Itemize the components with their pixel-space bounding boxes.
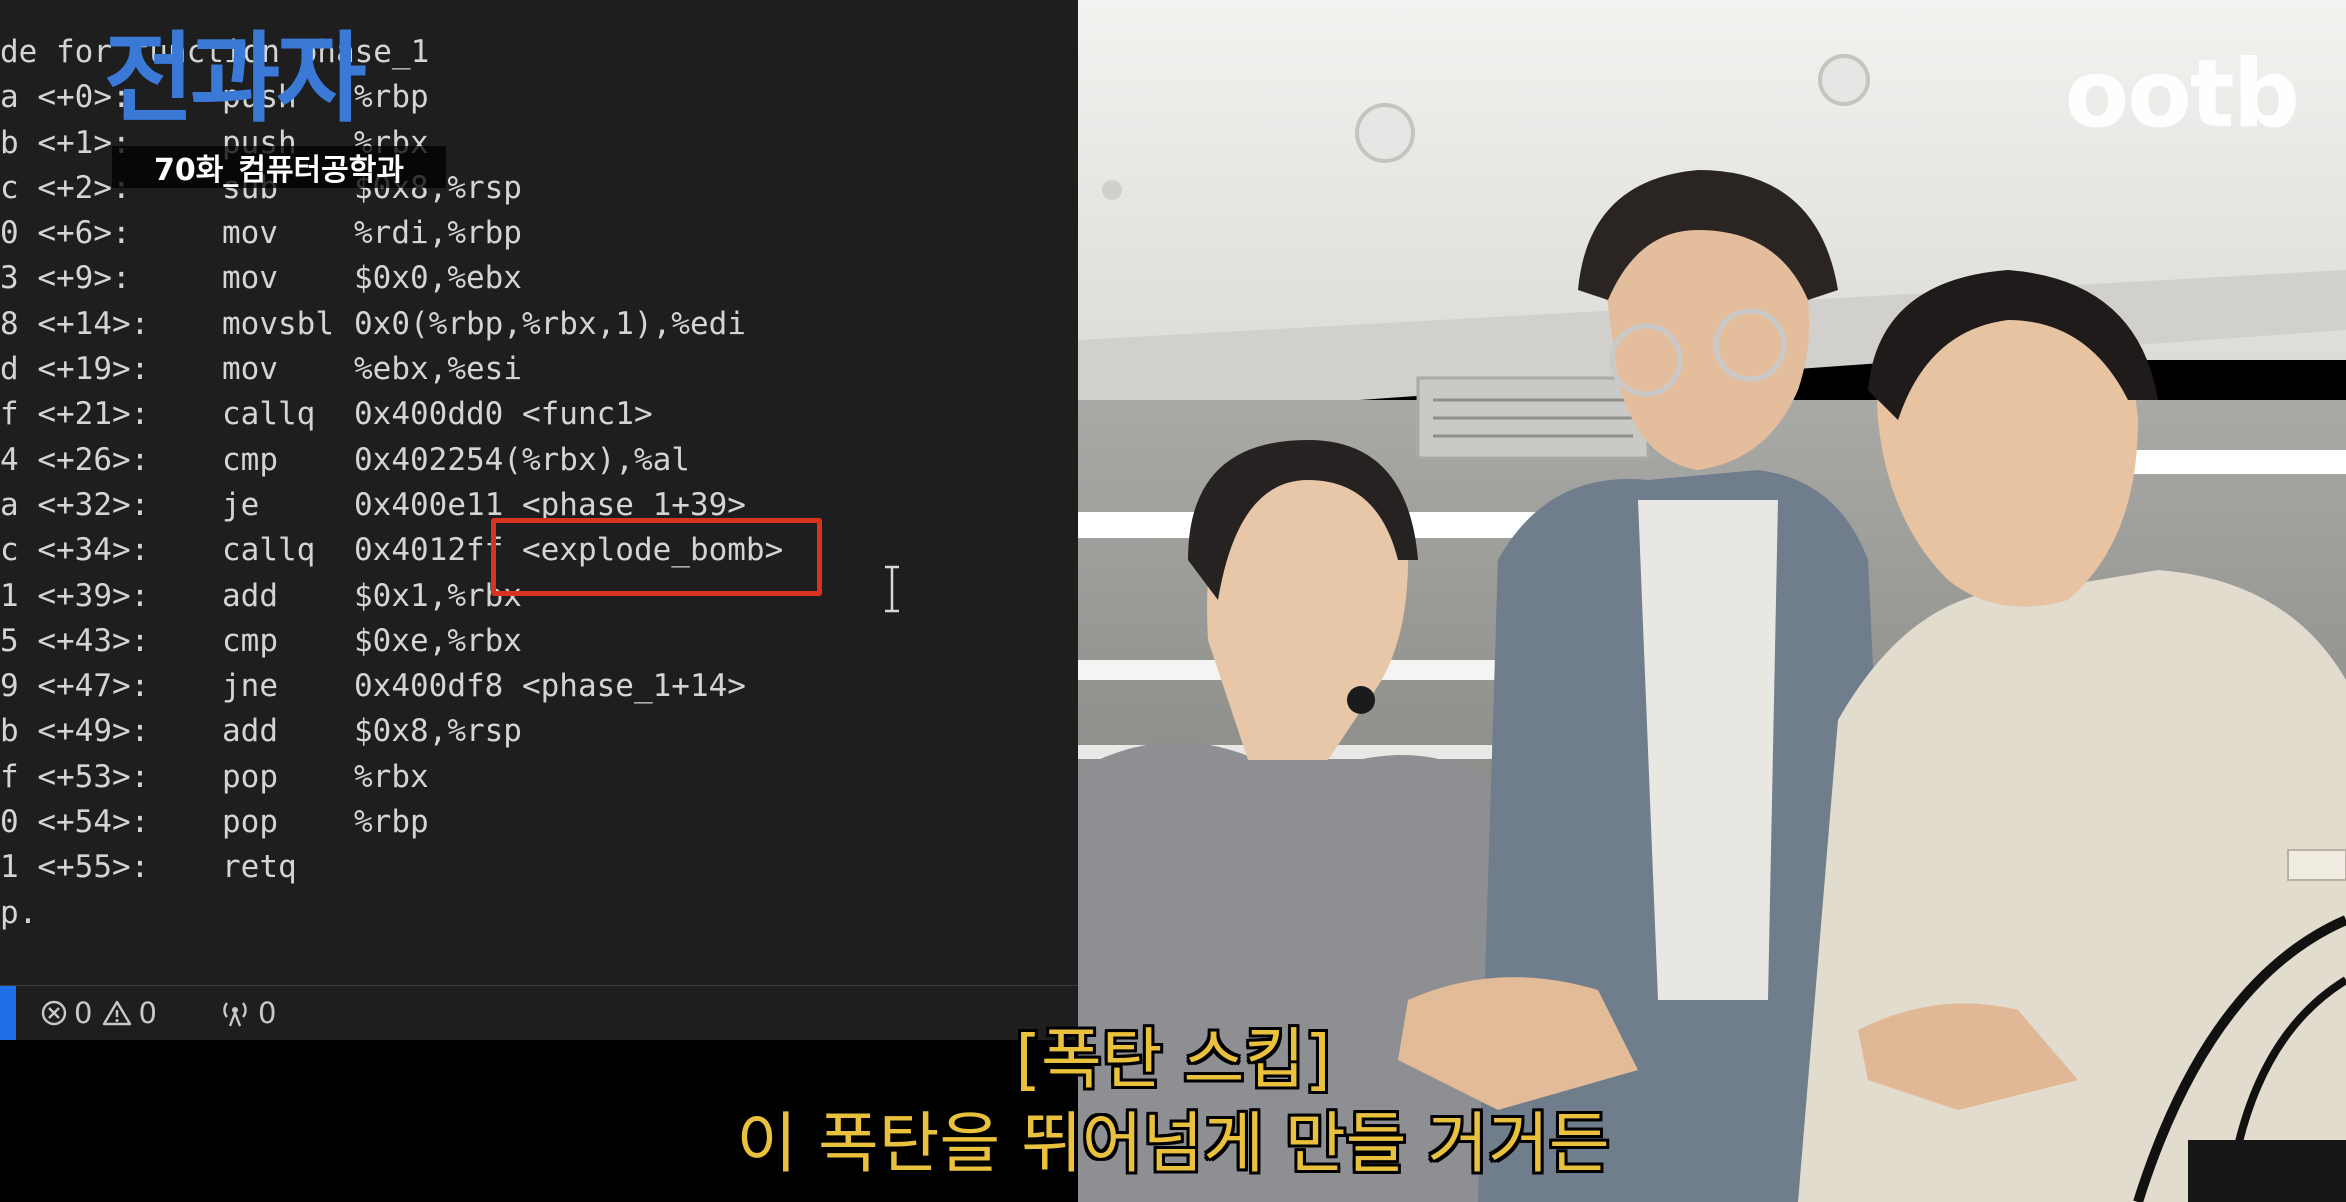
ceiling-sprinkler (1102, 180, 1122, 200)
show-logo: 전과자 (104, 22, 366, 136)
code-mnemonic: retq (222, 849, 297, 886)
code-operands: %rbp (354, 79, 429, 116)
code-operands: 0x402254(%rbx),%al (354, 441, 690, 478)
code-address: 0 <+6>: (0, 215, 131, 252)
code-mnemonic: add (222, 577, 278, 614)
code-address: f <+53>: (0, 758, 150, 795)
code-address: 3 <+9>: (0, 260, 131, 297)
channel-logo: ootb (2064, 40, 2300, 149)
code-address: 0 <+54>: (0, 804, 150, 841)
code-mnemonic: jne (222, 668, 278, 705)
code-operands: $0xe,%rbx (354, 622, 522, 659)
code-address: 8 <+14>: (0, 305, 150, 342)
code-operands: $0x8,%rsp (354, 713, 522, 750)
code-editor-panel[interactable]: de for function phase_1 a <+0>: push %rbp b … (0, 0, 1078, 1040)
code-operands: 0x400dd0 <func1> (354, 396, 653, 433)
code-operands: 0x0(%rbp,%rbx,1),%edi (354, 305, 746, 342)
code-address: a <+32>: (0, 486, 150, 523)
code-mnemonic: je (222, 486, 260, 523)
subtitles: [폭탄 스킵] 이 폭탄을 뛰어넘게 만들 거거든 (0, 1018, 2346, 1186)
subtitle-line-1: [폭탄 스킵] (1015, 1021, 1331, 1098)
code-address: b <+49>: (0, 713, 150, 750)
episode-label: 70화_컴퓨터공학과 (112, 146, 446, 188)
subtitle-line-2: 이 폭탄을 뛰어넘게 만들 거거든 (736, 1105, 1610, 1182)
code-mnemonic: mov (222, 351, 278, 388)
code-operands: %ebx,%esi (354, 351, 522, 388)
code-address: d <+19>: (0, 351, 150, 388)
ceiling-speaker (1355, 103, 1415, 163)
text-cursor-icon (885, 565, 899, 613)
code-mnemonic: cmp (222, 622, 278, 659)
code-mnemonic: callq (222, 396, 316, 433)
code-address: p. (0, 894, 38, 931)
code-mnemonic: add (222, 713, 278, 750)
code-mnemonic: pop (222, 804, 278, 841)
code-mnemonic: cmp (222, 441, 278, 478)
code-mnemonic: callq (222, 532, 316, 569)
code-operands: %rbp (354, 804, 429, 841)
code-mnemonic: pop (222, 758, 278, 795)
code-address: f <+21>: (0, 396, 150, 433)
code-address: 4 <+26>: (0, 441, 150, 478)
code-mnemonic: mov (222, 260, 278, 297)
code-address: c <+34>: (0, 532, 150, 569)
code-address: 1 <+39>: (0, 577, 150, 614)
code-mnemonic: movsbl (222, 305, 334, 342)
explode-bomb-highlight-box (491, 518, 822, 596)
code-address: 5 <+43>: (0, 622, 150, 659)
code-address: 9 <+47>: (0, 668, 150, 705)
code-operands: $0x0,%ebx (354, 260, 522, 297)
code-operands: 0x400df8 <phase_1+14> (354, 668, 746, 705)
code-address: 1 <+55>: (0, 849, 150, 886)
code-mnemonic: mov (222, 215, 278, 252)
code-operands: %rbx (354, 758, 429, 795)
code-operands: %rdi,%rbp (354, 215, 522, 252)
ceiling-sensor (1818, 54, 1870, 106)
